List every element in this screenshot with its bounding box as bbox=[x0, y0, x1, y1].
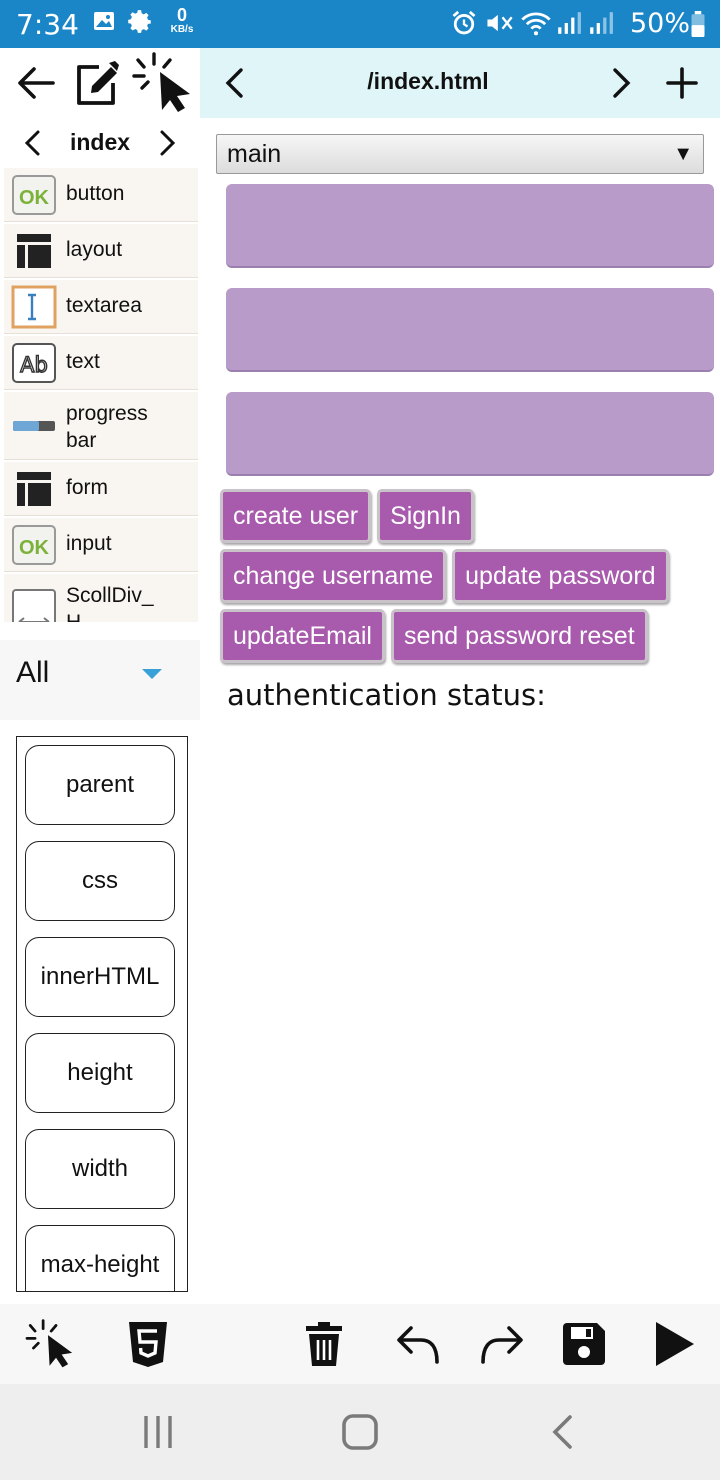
palette-item-textarea[interactable]: textarea bbox=[4, 280, 198, 334]
palette-item-label: input bbox=[66, 532, 112, 555]
select-arrow-icon: ▼ bbox=[673, 143, 693, 165]
palette-item-label: form bbox=[66, 476, 108, 499]
file-path-title: /index.html bbox=[367, 68, 489, 94]
gallery-icon bbox=[92, 9, 116, 38]
plus-icon[interactable] bbox=[656, 48, 708, 118]
redo-icon[interactable] bbox=[472, 1316, 532, 1372]
battery-icon bbox=[690, 11, 706, 42]
alarm-icon bbox=[450, 9, 478, 42]
recent-apps-icon[interactable] bbox=[128, 1408, 188, 1456]
ok-button-icon: OK bbox=[11, 523, 57, 567]
container-select-value: main bbox=[227, 140, 282, 168]
palette-item-label: button bbox=[66, 182, 125, 205]
palette-item-input[interactable]: OK input bbox=[4, 518, 198, 572]
net-speed-value: 0 bbox=[176, 5, 187, 25]
dropdown-caret-icon bbox=[142, 669, 162, 679]
horizontal-scroll-icon bbox=[11, 588, 57, 622]
palette-page-nav: index bbox=[0, 118, 200, 168]
status-bar: 7:34 0 KB/s 50% bbox=[0, 0, 720, 48]
svg-text:OK: OK bbox=[19, 187, 50, 209]
trash-icon[interactable] bbox=[294, 1316, 354, 1372]
status-time: 7:34 bbox=[16, 8, 79, 41]
palette-page-label: index bbox=[69, 129, 131, 155]
svg-text:Ab: Ab bbox=[20, 353, 48, 377]
chevron-right-icon[interactable] bbox=[602, 48, 642, 118]
palette-item-layout[interactable]: layout bbox=[4, 224, 198, 278]
home-icon[interactable] bbox=[330, 1408, 390, 1456]
play-icon[interactable] bbox=[644, 1316, 704, 1372]
property-button-max-height[interactable]: max-height bbox=[25, 1225, 175, 1291]
back-icon[interactable] bbox=[532, 1408, 592, 1456]
palette-item-label: textarea bbox=[66, 294, 142, 317]
settings-icon bbox=[128, 9, 154, 40]
palette-item-label: text bbox=[66, 350, 100, 373]
category-filter-dropdown[interactable]: All bbox=[0, 640, 200, 720]
button-row-2: change username update password bbox=[220, 549, 669, 603]
net-speed: 0 KB/s bbox=[164, 6, 200, 35]
authentication-status-label: authentication status: bbox=[227, 678, 546, 712]
layout-icon bbox=[11, 229, 57, 273]
update-email-button[interactable]: updateEmail bbox=[220, 609, 385, 663]
net-speed-unit: KB/s bbox=[170, 24, 194, 35]
palette-item-scrolldiv-h[interactable]: ScollDiv_ H bbox=[4, 574, 198, 622]
ok-button-icon: OK bbox=[11, 173, 57, 217]
palette-item-label: ScollDiv_ H bbox=[66, 584, 154, 622]
text-ab-icon: Ab bbox=[11, 341, 57, 385]
update-password-button[interactable]: update password bbox=[452, 549, 669, 603]
palette-item-progress-bar[interactable]: progress bar bbox=[4, 392, 198, 460]
property-button-width[interactable]: width bbox=[25, 1129, 175, 1209]
select-pointer-icon[interactable] bbox=[22, 1316, 82, 1372]
svg-text:OK: OK bbox=[19, 537, 50, 559]
html5-icon[interactable] bbox=[118, 1316, 178, 1372]
create-user-button[interactable]: create user bbox=[220, 489, 372, 543]
property-list: parent css innerHTML height width max-he… bbox=[16, 736, 188, 1292]
chevron-left-icon[interactable] bbox=[214, 48, 254, 118]
property-button-innerhtml[interactable]: innerHTML bbox=[25, 937, 175, 1017]
property-button-height[interactable]: height bbox=[25, 1033, 175, 1113]
property-button-parent[interactable]: parent bbox=[25, 745, 175, 825]
app-screen: 7:34 0 KB/s 50% /index.html index OK but… bbox=[0, 0, 720, 1480]
palette-item-label: layout bbox=[66, 238, 123, 261]
system-nav-bar bbox=[0, 1384, 720, 1480]
signal-icon-2 bbox=[588, 9, 614, 42]
signin-button[interactable]: SignIn bbox=[377, 489, 474, 543]
input-field-1[interactable] bbox=[226, 184, 714, 268]
save-icon[interactable] bbox=[554, 1316, 614, 1372]
button-row-3: updateEmail send password reset bbox=[220, 609, 648, 663]
component-palette: OK button layout textarea Ab text progre… bbox=[4, 168, 198, 622]
palette-item-label: progress bar bbox=[66, 402, 148, 452]
palette-item-button[interactable]: OK button bbox=[4, 168, 198, 222]
undo-icon[interactable] bbox=[388, 1316, 448, 1372]
textarea-icon bbox=[11, 285, 57, 329]
button-row-1: create user SignIn bbox=[220, 489, 474, 543]
send-password-reset-button[interactable]: send password reset bbox=[390, 609, 648, 663]
progress-bar-icon bbox=[11, 404, 57, 448]
input-field-3[interactable] bbox=[226, 392, 714, 476]
layout-icon bbox=[11, 467, 57, 511]
bottom-toolbar bbox=[0, 1304, 720, 1384]
category-filter-value: All bbox=[16, 656, 50, 689]
palette-item-form[interactable]: form bbox=[4, 462, 198, 516]
palette-item-text[interactable]: Ab text bbox=[4, 336, 198, 390]
signal-icon bbox=[556, 9, 582, 42]
battery-percent: 50% bbox=[630, 8, 691, 39]
input-field-2[interactable] bbox=[226, 288, 714, 372]
change-username-button[interactable]: change username bbox=[220, 549, 447, 603]
mute-icon bbox=[484, 9, 514, 42]
wifi-icon bbox=[520, 9, 552, 42]
property-button-css[interactable]: css bbox=[25, 841, 175, 921]
toolbar: /index.html bbox=[0, 48, 720, 118]
edit-icon[interactable] bbox=[68, 48, 124, 118]
container-select[interactable]: main ▼ bbox=[216, 134, 704, 174]
